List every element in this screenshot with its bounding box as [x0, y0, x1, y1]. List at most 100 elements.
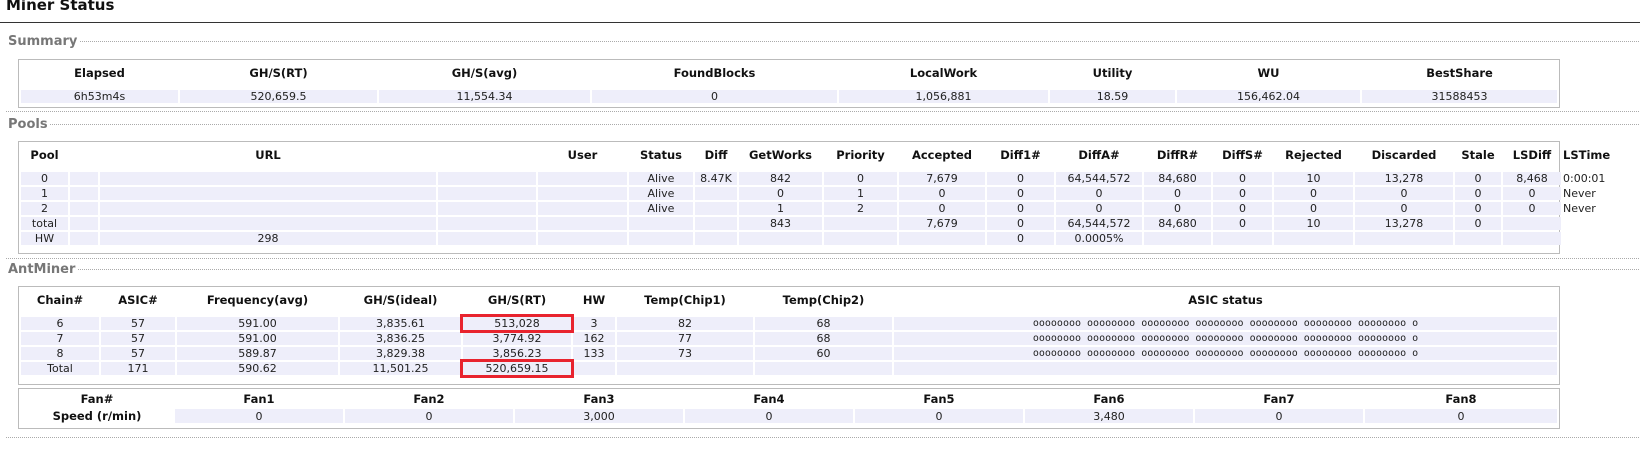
pool-cell — [70, 232, 98, 245]
fan-speed: 0 — [1365, 409, 1557, 423]
pools-header: Priority — [836, 148, 885, 162]
page-title: Miner Status — [6, 0, 115, 14]
summary-utility: 18.59 — [1050, 90, 1175, 103]
summary-header: Utility — [1092, 66, 1133, 80]
fans-panel: Fan# Fan1 Fan2 Fan3 Fan4 Fan5 Fan6 Fan7 … — [18, 388, 1560, 429]
pool-cell: 0 — [1056, 202, 1142, 215]
chain-cell: 3,829.38 — [340, 347, 461, 360]
chains-header: GH/S(ideal) — [363, 293, 438, 307]
chains-header: ASIC# — [118, 293, 158, 307]
pool-cell: 0 — [987, 232, 1054, 245]
chain-cell: 82 — [617, 317, 753, 330]
chains-table: Chain# ASIC# Frequency(avg) GH/S(ideal) GH/S… — [19, 287, 1559, 378]
pool-cell — [70, 202, 98, 215]
pools-header: Pool — [30, 148, 59, 162]
pool-cell — [538, 172, 627, 185]
fan-speed: 0 — [1195, 409, 1363, 423]
pool-cell — [629, 232, 693, 245]
pool-cell: 7,679 — [899, 217, 985, 230]
chain-cell: 162 — [573, 332, 615, 345]
summary-legend: Summary — [8, 34, 78, 49]
chains-header: Temp(Chip2) — [782, 293, 865, 307]
fans-header: Fan1 — [243, 392, 275, 406]
chains-header: ASIC status — [1188, 293, 1263, 307]
pools-header: Rejected — [1285, 148, 1342, 162]
pools-header: Discarded — [1371, 148, 1437, 162]
summary-found-blocks: 0 — [592, 90, 837, 103]
asic-status-cell: oooooooo oooooooo oooooooo oooooooo oooo… — [894, 347, 1557, 360]
summary-table: Elapsed GH/S(RT) GH/S(avg) FoundBlocks L… — [19, 60, 1559, 105]
chain-cell: 73 — [617, 347, 753, 360]
pool-cell: Alive — [629, 172, 693, 185]
pool-cell — [695, 187, 737, 200]
chain-cell: 77 — [617, 332, 753, 345]
fan-speed: 0 — [345, 409, 513, 423]
pool-cell: Alive — [629, 202, 693, 215]
pools-table: Pool URL User Status Diff GetWorks Priority Acc… — [19, 142, 1610, 247]
chain-cell: 57 — [101, 347, 175, 360]
pool-cell: 0 — [21, 172, 68, 185]
pool-cell — [695, 217, 737, 230]
fans-header: Fan4 — [753, 392, 785, 406]
chain-cell: 68 — [755, 332, 892, 345]
pool-cell: 0.0005% — [1056, 232, 1142, 245]
chain-cell: 171 — [101, 362, 175, 375]
pool-cell — [438, 187, 536, 200]
pool-cell: 843 — [739, 217, 822, 230]
pool-cell: 0 — [1144, 202, 1211, 215]
fan-speed: 0 — [685, 409, 853, 423]
highlighted-ghs-rt-cell: 513,028 — [460, 314, 574, 333]
summary-wu: 156,462.04 — [1177, 90, 1360, 103]
chains-header: Frequency(avg) — [206, 293, 309, 307]
pool-cell: 0 — [1455, 202, 1501, 215]
pool-cell: 0 — [1455, 217, 1501, 230]
fan-speed: 3,000 — [515, 409, 683, 423]
pools-header: GetWorks — [748, 148, 813, 162]
chain-cell: 3,836.25 — [340, 332, 461, 345]
summary-header: FoundBlocks — [673, 66, 756, 80]
fans-header: Fan2 — [413, 392, 445, 406]
pool-cell: 7,679 — [899, 172, 985, 185]
pool-cell: 0 — [1274, 202, 1353, 215]
pool-cell — [695, 232, 737, 245]
chain-cell: 589.87 — [177, 347, 338, 360]
pool-cell — [438, 217, 536, 230]
pool-cell — [629, 217, 693, 230]
pool-cell — [1213, 232, 1272, 245]
pools-header: DiffR# — [1156, 148, 1199, 162]
pools-header: LSDiff — [1512, 148, 1552, 162]
fans-row-label: Speed (r/min) — [52, 409, 142, 423]
summary-header: LocalWork — [909, 66, 978, 80]
pools-header: DiffA# — [1078, 148, 1120, 162]
pool-cell: 64,544,572 — [1056, 172, 1142, 185]
pool-cell: 0 — [1274, 187, 1353, 200]
pool-cell: 84,680 — [1144, 172, 1211, 185]
pool-cell: 0 — [1213, 172, 1272, 185]
pool-cell: 0 — [1213, 217, 1272, 230]
pools-header: Accepted — [911, 148, 973, 162]
fans-header: Fan7 — [1263, 392, 1295, 406]
pools-panel: Pool URL User Status Diff GetWorks Priority Acc… — [18, 141, 1610, 254]
pools-header — [438, 144, 536, 166]
pool-cell — [100, 172, 436, 185]
pool-cell: 0 — [1455, 172, 1501, 185]
pool-cell — [1455, 232, 1501, 245]
pool-cell: 842 — [739, 172, 822, 185]
pool-row: 1 Alive 0 1 0 0 0 0 0 0 0 0 0 Never — [21, 187, 1596, 200]
pool-cell — [1503, 232, 1561, 245]
pool-cell — [100, 202, 436, 215]
pool-cell: 13,278 — [1355, 172, 1453, 185]
summary-value-row: 6h53m4s 520,659.5 11,554.34 0 1,056,881 … — [21, 90, 1557, 103]
chain-row: 8 57 589.87 3,829.38 3,856.23 133 73 60 oooooooo… — [21, 347, 1557, 360]
pool-cell — [1274, 232, 1353, 245]
summary-best-share: 31588453 — [1362, 90, 1557, 103]
pool-cell: total — [21, 217, 68, 230]
pools-header: Status — [639, 148, 683, 162]
pool-cell: 0 — [1056, 187, 1142, 200]
summary-header-row: Elapsed GH/S(RT) GH/S(avg) FoundBlocks L… — [21, 62, 1557, 84]
asic-status-cell: oooooooo oooooooo oooooooo oooooooo oooo… — [894, 317, 1557, 330]
pools-header: Diff1# — [1000, 148, 1041, 162]
summary-header: GH/S(avg) — [451, 66, 518, 80]
chains-header: Chain# — [36, 293, 84, 307]
pool-cell: 2 — [824, 202, 897, 215]
